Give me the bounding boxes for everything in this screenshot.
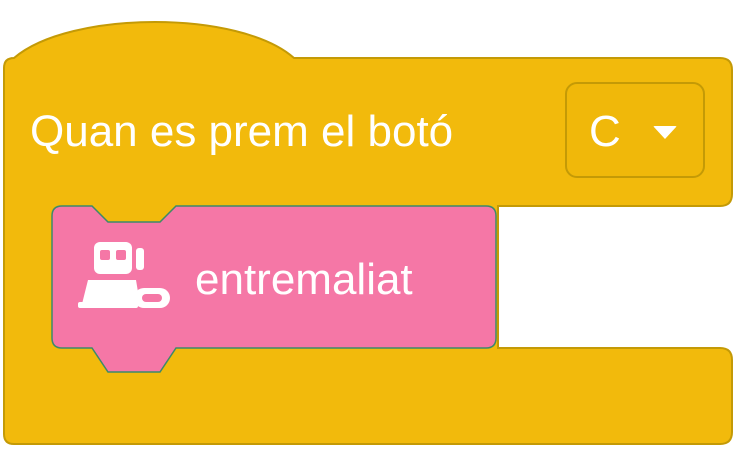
robot-icon (78, 242, 170, 308)
dropdown-selected-value: C (589, 107, 621, 156)
block-workspace: Quan es prem el botó C entremaliat (0, 0, 743, 451)
button-dropdown[interactable]: C (565, 82, 705, 178)
block-shapes (3, 21, 733, 445)
event-block-label: Quan es prem el botó (30, 107, 454, 156)
chevron-down-icon (653, 126, 677, 139)
action-block-label: entremaliat (195, 255, 413, 304)
